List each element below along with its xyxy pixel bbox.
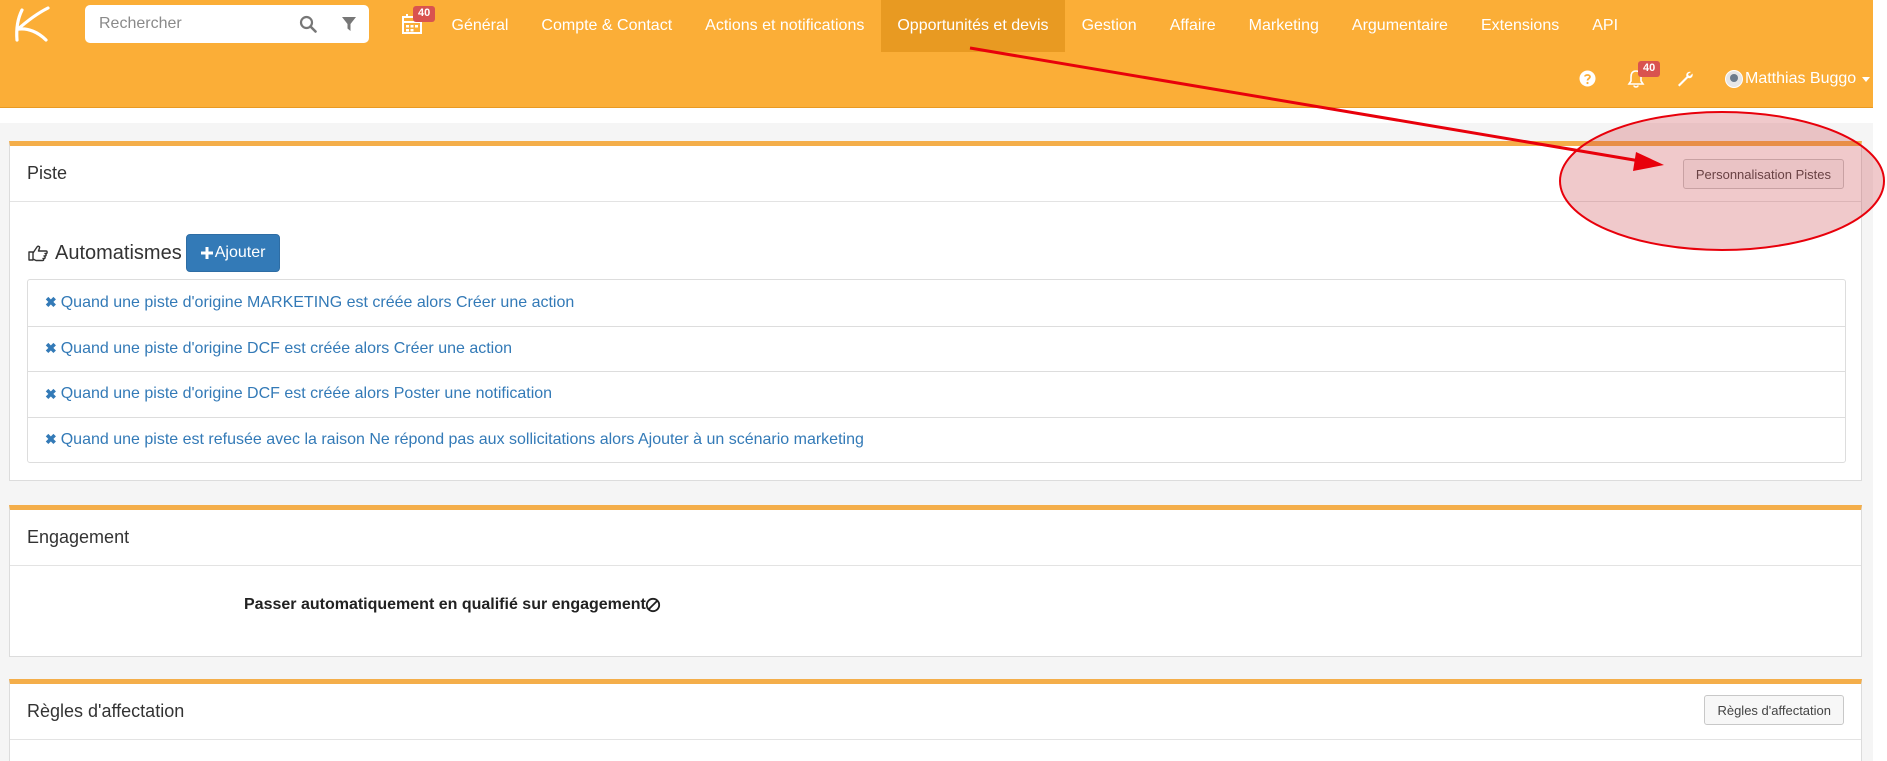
main-content: Piste Personnalisation Pistes Automatism… [0, 123, 1873, 761]
search-box [85, 5, 369, 43]
remove-icon[interactable]: ✖ [45, 294, 57, 311]
user-menu[interactable]: Matthias Buggo [1725, 66, 1871, 92]
affectation-panel-header: Règles d'affectation Règles d'affectatio… [10, 684, 1861, 740]
rule-text[interactable]: Quand une piste est refusée avec la rais… [61, 431, 864, 449]
menu-extensions[interactable]: Extensions [1464, 0, 1575, 52]
filter-icon[interactable] [341, 16, 357, 32]
piste-panel-header: Piste Personnalisation Pistes [10, 146, 1861, 202]
menu-gestion[interactable]: Gestion [1065, 0, 1153, 52]
help-icon[interactable] [1579, 70, 1596, 87]
ajouter-label: Ajouter [214, 244, 266, 261]
hand-pointer-icon [28, 245, 48, 262]
rule-text[interactable]: Quand une piste d'origine DCF est créée … [61, 340, 512, 358]
notification-badge: 40 [1638, 61, 1661, 77]
piste-title: Piste [27, 163, 68, 183]
engagement-panel-header: Engagement [10, 510, 1861, 566]
regles-affectation-button[interactable]: Règles d'affectation [1704, 695, 1844, 725]
rule-text[interactable]: Quand une piste d'origine DCF est créée … [61, 385, 552, 403]
search-input[interactable] [85, 5, 285, 43]
search-icon[interactable] [299, 15, 317, 33]
engagement-panel: Engagement Passer automatiquement en qua… [9, 505, 1862, 657]
calendar-badge: 40 [413, 6, 436, 22]
rule-text[interactable]: Quand une piste d'origine MARKETING est … [61, 294, 575, 312]
chevron-down-icon [1862, 76, 1871, 82]
automatismes-title: Automatismes [55, 241, 182, 264]
remove-icon[interactable]: ✖ [45, 340, 57, 357]
affectation-title: Règles d'affectation [27, 701, 185, 721]
automatismes-header: Automatismes Ajouter [27, 234, 281, 272]
list-item[interactable]: ✖ Quand une piste d'origine DCF est créé… [28, 325, 1845, 372]
personnalisation-pistes-button[interactable]: Personnalisation Pistes [1682, 159, 1844, 189]
remove-icon[interactable]: ✖ [45, 386, 57, 403]
menu-compte-contact[interactable]: Compte & Contact [525, 0, 689, 52]
menu-opportunites-devis[interactable]: Opportunités et devis [880, 0, 1066, 52]
qualification-setting-label: Passer automatiquement en qualifié sur e… [244, 596, 646, 613]
user-name: Matthias Buggo [1745, 70, 1857, 87]
plus-icon [200, 247, 213, 259]
affectation-panel: Règles d'affectation Règles d'affectatio… [9, 679, 1862, 761]
menu-affaire[interactable]: Affaire [1153, 0, 1232, 52]
list-item[interactable]: ✖ Quand une piste d'origine DCF est créé… [28, 371, 1845, 417]
engagement-title: Engagement [27, 527, 130, 547]
menu-general[interactable]: Général [435, 0, 525, 52]
list-item[interactable]: ✖ Quand une piste est refusée avec la ra… [28, 416, 1845, 463]
main-menu: Général Compte & Contact Actions et noti… [435, 0, 1635, 52]
app-logo[interactable] [8, 4, 52, 44]
list-item[interactable]: ✖ Quand une piste d'origine MARKETING es… [28, 280, 1845, 326]
avatar [1725, 70, 1743, 88]
menu-argumentaire[interactable]: Argumentaire [1335, 0, 1464, 52]
automatismes-list: ✖ Quand une piste d'origine MARKETING es… [27, 279, 1846, 463]
remove-icon[interactable]: ✖ [45, 431, 57, 448]
menu-api[interactable]: API [1576, 0, 1635, 52]
menu-marketing[interactable]: Marketing [1232, 0, 1335, 52]
ban-icon[interactable] [645, 597, 661, 613]
wrench-icon[interactable] [1676, 70, 1694, 88]
piste-panel: Piste Personnalisation Pistes Automatism… [9, 141, 1862, 481]
ajouter-button[interactable]: Ajouter [185, 234, 281, 272]
top-navbar: 40 Général Compte & Contact Actions et n… [0, 0, 1873, 108]
menu-actions-notifications[interactable]: Actions et notifications [689, 0, 881, 52]
